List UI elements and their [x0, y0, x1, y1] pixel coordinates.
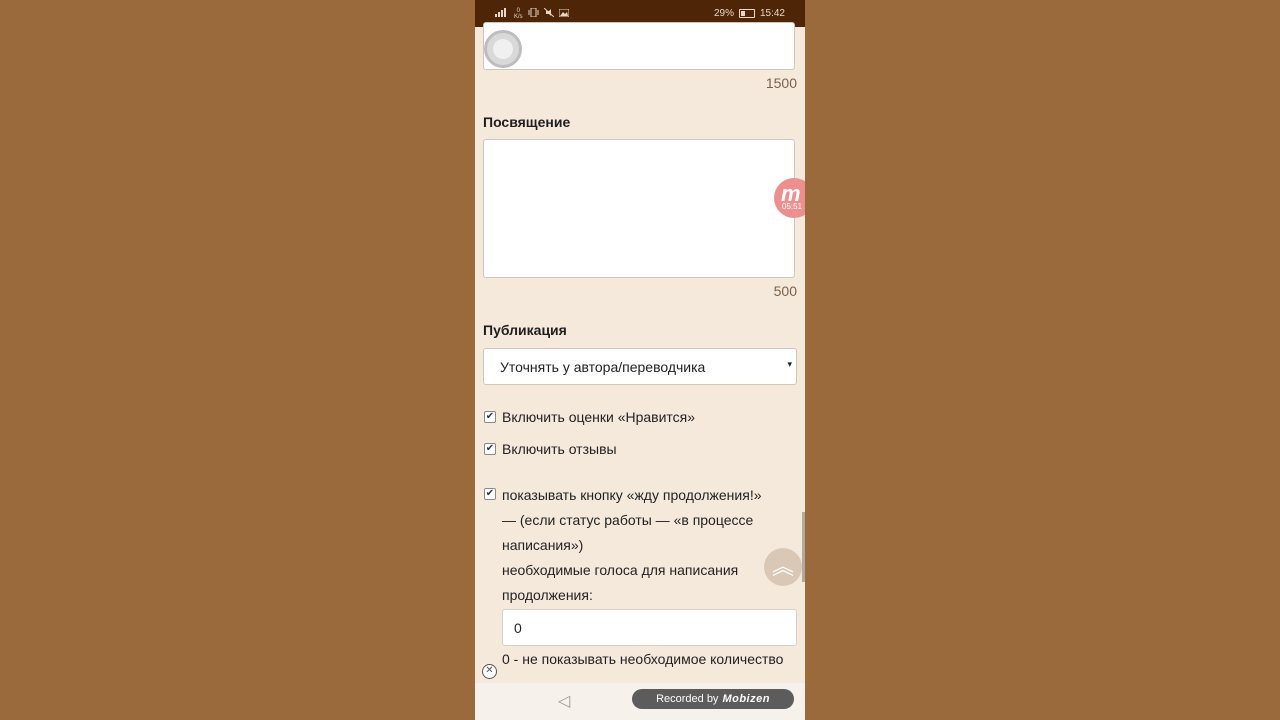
continuation-note: — (если статус работы — «в процессе напи…	[502, 512, 754, 553]
clock: 15:42	[759, 8, 785, 19]
mobizen-brand: Mobizen	[722, 693, 770, 705]
scrollbar[interactable]	[802, 512, 805, 582]
image-icon	[558, 8, 570, 20]
continuation-checkbox[interactable]: ✔	[484, 488, 496, 500]
description-textarea[interactable]	[483, 22, 795, 70]
phone-screen: 0 K/s 29% 15:42 1500 Посвящение 500 Публ…	[475, 0, 805, 720]
record-control-icon[interactable]	[484, 30, 522, 68]
continuation-checkbox-label[interactable]: показывать кнопку «жду продолжения!»	[502, 487, 762, 503]
likes-checkbox-label[interactable]: Включить оценки «Нравится»	[502, 409, 695, 425]
signal-icon	[495, 8, 509, 20]
recorded-by-text: Recorded by	[656, 693, 719, 705]
close-icon[interactable]: ✕	[482, 664, 497, 679]
publication-selected-value: Уточнять у автора/переводчика	[500, 359, 706, 375]
dedication-label: Посвящение	[483, 114, 571, 130]
description-counter: 1500	[765, 75, 797, 91]
mobizen-timer: 05:51	[782, 202, 803, 211]
scroll-up-icon[interactable]: ︽	[764, 548, 802, 586]
recorded-by-badge: Recorded by Mobizen	[632, 689, 794, 709]
net-speed: 0 K/s	[514, 8, 523, 20]
publication-select[interactable]: Уточнять у автора/переводчика ▾	[483, 348, 797, 385]
net-speed-unit: K/s	[514, 14, 523, 20]
mute-icon	[543, 7, 555, 20]
votes-input-value: 0	[514, 620, 522, 636]
votes-input[interactable]: 0	[502, 609, 797, 646]
back-icon[interactable]: ◁	[558, 691, 570, 711]
vibrate-icon	[528, 7, 539, 20]
navigation-bar: ◁ Recorded by Mobizen	[475, 683, 805, 720]
dedication-counter: 500	[773, 283, 797, 299]
battery-icon	[738, 9, 755, 18]
status-right: 29% 15:42	[714, 8, 785, 19]
reviews-checkbox-label[interactable]: Включить отзывы	[502, 441, 617, 457]
status-left-icons: 0 K/s	[495, 7, 570, 20]
votes-label: необходимые голоса для написания продолж…	[502, 562, 739, 603]
battery-percent: 29%	[713, 8, 734, 19]
chevron-down-icon: ▾	[787, 359, 792, 369]
votes-hint: 0 - не показывать необходимое количество	[502, 651, 784, 667]
likes-checkbox[interactable]: ✔	[484, 411, 496, 423]
dedication-textarea[interactable]	[483, 139, 795, 278]
reviews-checkbox[interactable]: ✔	[484, 443, 496, 455]
publication-label: Публикация	[483, 322, 567, 338]
